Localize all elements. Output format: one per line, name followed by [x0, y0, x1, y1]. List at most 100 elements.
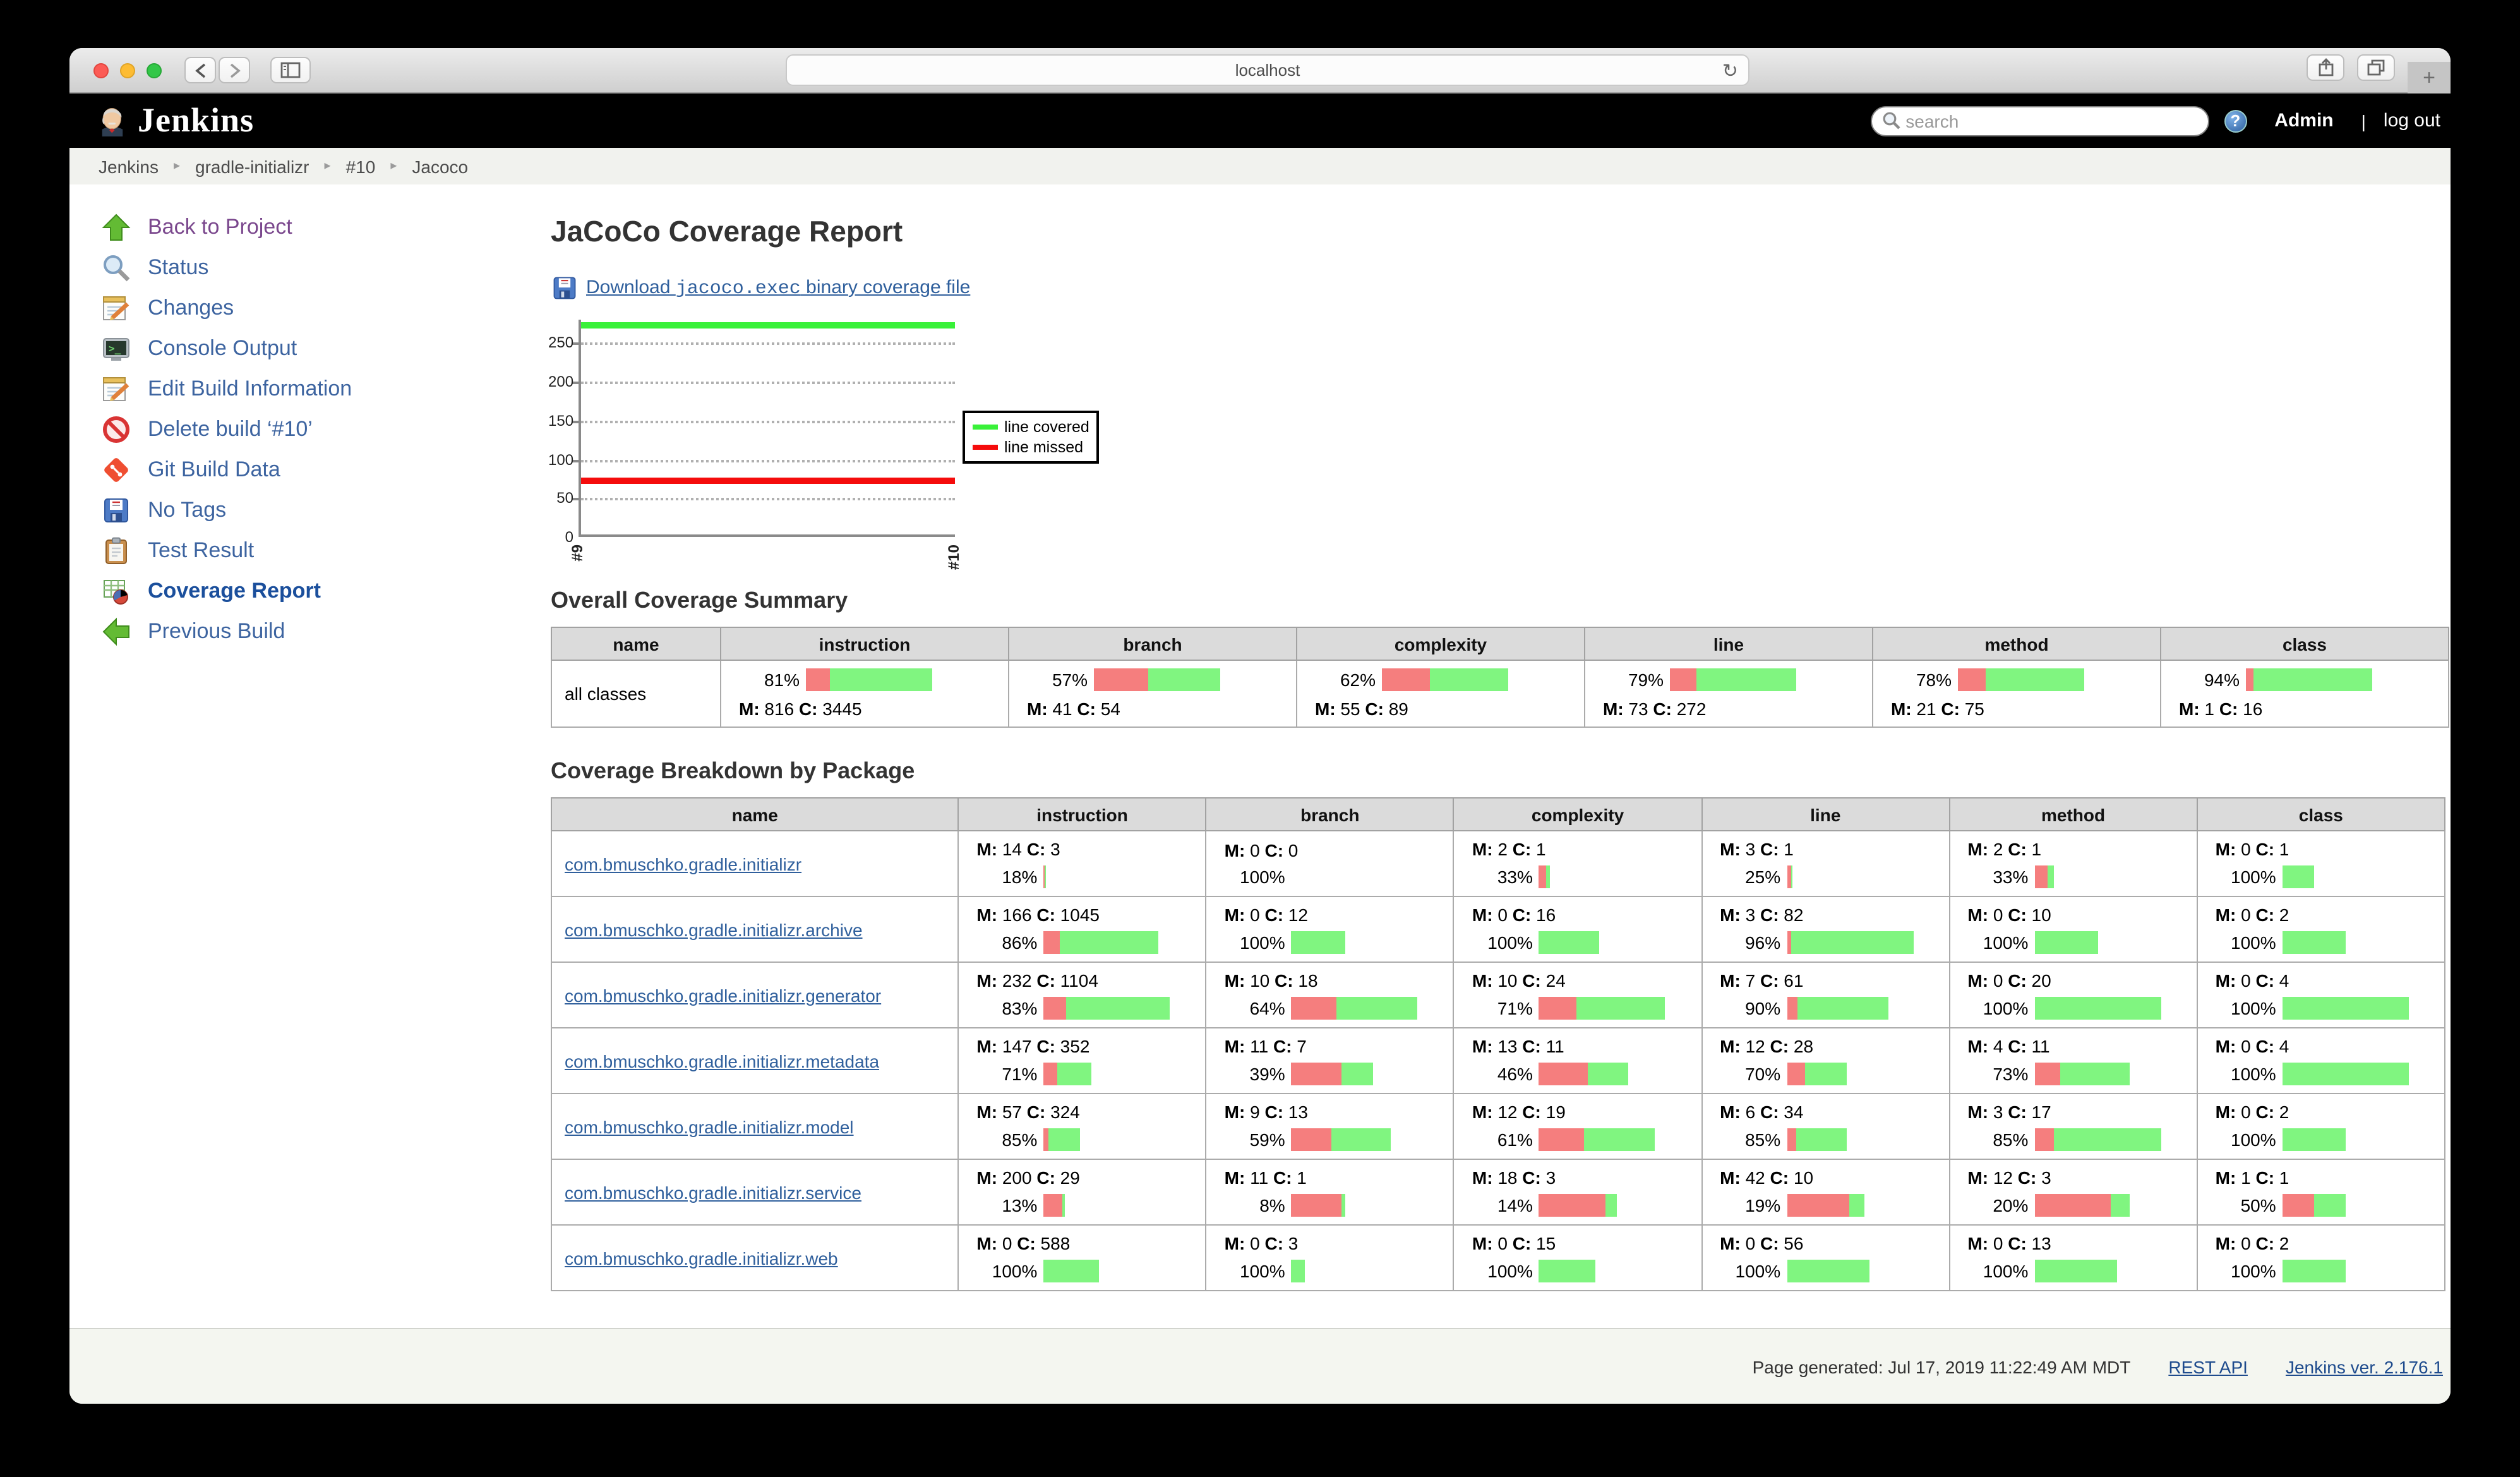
package-link[interactable]: com.bmuschko.gradle.initializr.model: [565, 1116, 854, 1136]
chevron-left-icon: [194, 63, 207, 78]
new-tab-button[interactable]: +: [2408, 62, 2451, 93]
floppy-download-icon: [551, 274, 579, 302]
breakdown-metric-instruction: M: 147 C: 352 71%: [958, 1028, 1206, 1094]
sidebar-item-changes[interactable]: Changes: [101, 293, 513, 323]
address-bar[interactable]: localhost ↻: [786, 54, 1749, 86]
logout-link[interactable]: log out: [2384, 110, 2440, 131]
zoom-window-button[interactable]: [147, 63, 162, 78]
sidebar-item-status[interactable]: Status: [101, 253, 513, 283]
breakdown-metric-line: M: 12 C: 2870%: [1701, 1028, 1949, 1094]
tab-overview-button[interactable]: [2357, 54, 2395, 81]
sidebar-toggle-button[interactable]: [270, 57, 311, 83]
percent-label: 94%: [2179, 670, 2240, 690]
download-exec-link[interactable]: Download jacoco.exec binary coverage fil…: [586, 277, 970, 299]
y-axis-tick-label: 0: [548, 528, 573, 546]
reload-icon[interactable]: ↻: [1722, 59, 1738, 82]
left-arrow-icon: [101, 617, 131, 647]
package-link[interactable]: com.bmuschko.gradle.initializr: [565, 853, 801, 874]
minimize-window-button[interactable]: [120, 63, 135, 78]
breadcrumb-separator-icon: ▸: [325, 159, 331, 173]
percent-bar: 8%: [1225, 1194, 1453, 1217]
close-window-button[interactable]: [93, 63, 109, 78]
sidebar-item-test-result[interactable]: Test Result: [101, 536, 513, 566]
breakdown-metric-instruction: M: 14 C: 318%: [958, 831, 1206, 896]
column-header-method: method: [1873, 627, 2161, 660]
missed-covered-text: M: 73 C: 272: [1603, 699, 1872, 719]
sidebar-item-git-build-data[interactable]: Git Build Data: [101, 455, 513, 485]
table-row: com.bmuschko.gradle.initializr M: 14 C: 3…: [551, 831, 2445, 896]
sidebar-item-edit-build-information[interactable]: Edit Build Information: [101, 374, 513, 404]
floppy-icon: [101, 495, 131, 526]
sidebar-item-delete-build[interactable]: Delete build ‘#10’: [101, 414, 513, 445]
package-link[interactable]: com.bmuschko.gradle.initializr.service: [565, 1182, 861, 1202]
percent-bar: 100%: [2216, 931, 2444, 954]
breakdown-metric-class: M: 0 C: 1100%: [2197, 831, 2445, 896]
breadcrumb-jenkins[interactable]: Jenkins: [99, 156, 159, 176]
jenkins-home-link[interactable]: Jenkins: [97, 101, 254, 140]
missed-covered-text: M: 0 C: 16: [1472, 905, 1701, 925]
breakdown-metric-line: M: 42 C: 10 19%: [1701, 1159, 1949, 1225]
column-header-name: name: [551, 798, 958, 831]
missed-covered-text: M: 42 C: 10: [1720, 1167, 1948, 1188]
y-axis-tick-label: 150: [548, 412, 573, 430]
back-button[interactable]: [184, 57, 216, 83]
missed-covered-text: M: 0 C: 2: [2216, 905, 2444, 925]
y-axis-tick-label: 200: [548, 373, 573, 390]
rest-api-link[interactable]: REST API: [2168, 1356, 2248, 1377]
y-axis-tick-label: 100: [548, 450, 573, 468]
breakdown-metric-instruction: M: 166 C: 104586%: [958, 896, 1206, 962]
sidebar-item-coverage-report[interactable]: Coverage Report: [101, 576, 513, 606]
table-row: com.bmuschko.gradle.initializr.web M: 0 C…: [551, 1225, 2445, 1291]
percent-bar: 13%: [976, 1194, 1205, 1217]
percent-label: 85%: [1967, 1130, 2028, 1150]
sidebar-item-console-output[interactable]: >_ Console Output: [101, 334, 513, 364]
percent-label: 13%: [976, 1195, 1037, 1215]
missed-covered-text: M: 12 C: 28: [1720, 1036, 1948, 1056]
jenkins-version-link[interactable]: Jenkins ver. 2.176.1: [2286, 1356, 2443, 1377]
package-link[interactable]: com.bmuschko.gradle.initializr.metadata: [565, 1051, 879, 1071]
summary-metric-class: 94%M: 1 C: 16: [2161, 660, 2449, 727]
share-button[interactable]: [2307, 54, 2344, 81]
missed-covered-text: M: 147 C: 352: [976, 1036, 1205, 1056]
breakdown-metric-method: M: 0 C: 10100%: [1949, 896, 2197, 962]
column-header-branch: branch: [1206, 798, 1454, 831]
percent-label: 64%: [1225, 998, 1285, 1018]
breadcrumb-jacoco[interactable]: Jacoco: [412, 156, 468, 176]
x-axis-tick-label: #10: [945, 545, 963, 570]
breadcrumb-build[interactable]: #10: [346, 156, 376, 176]
notepad-pencil-icon: [101, 293, 131, 323]
search-box[interactable]: [1870, 106, 2209, 136]
package-link[interactable]: com.bmuschko.gradle.initializr.web: [565, 1248, 838, 1268]
breakdown-metric-method: M: 12 C: 320%: [1949, 1159, 2197, 1225]
percent-bar: 64%: [1225, 997, 1453, 1020]
package-link[interactable]: com.bmuschko.gradle.initializr.generator: [565, 985, 881, 1005]
percent-bar: 100%: [1967, 931, 2196, 954]
forward-button[interactable]: [219, 57, 250, 83]
breakdown-metric-method: M: 0 C: 13100%: [1949, 1225, 2197, 1291]
breadcrumb-job[interactable]: gradle-initializr: [195, 156, 309, 176]
sidebar-item-back-to-project[interactable]: Back to Project: [101, 212, 513, 243]
column-header-instruction: instruction: [721, 627, 1009, 660]
missed-covered-text: M: 200 C: 29: [976, 1167, 1205, 1188]
user-link[interactable]: Admin: [2274, 110, 2333, 131]
missed-covered-text: M: 11 C: 1: [1225, 1167, 1453, 1188]
sidebar-item-previous-build[interactable]: Previous Build: [101, 617, 513, 647]
missed-covered-text: M: 0 C: 20: [1967, 970, 2196, 991]
package-link[interactable]: com.bmuschko.gradle.initializr.archive: [565, 919, 863, 939]
percent-label: 71%: [976, 1064, 1037, 1084]
breadcrumb: Jenkins ▸ gradle-initializr ▸ #10 ▸ Jaco…: [69, 148, 2451, 184]
sidebar-item-no-tags[interactable]: No Tags: [101, 495, 513, 526]
search-input[interactable]: [1905, 111, 2197, 131]
search-help-icon[interactable]: ?: [2224, 109, 2247, 132]
share-icon: [2317, 58, 2334, 77]
breakdown-metric-method: M: 3 C: 1785%: [1949, 1094, 2197, 1159]
percent-bar: 94%: [2179, 668, 2448, 691]
percent-bar: 79%: [1603, 668, 1872, 691]
percent-bar: 19%: [1720, 1194, 1948, 1217]
percent-label: 90%: [1720, 998, 1780, 1018]
percent-bar: 100%: [1472, 931, 1701, 954]
percent-bar: 71%: [976, 1063, 1205, 1085]
summary-metric-complexity: 62%M: 55 C: 89: [1297, 660, 1585, 727]
table-row: com.bmuschko.gradle.initializr.metadata M…: [551, 1028, 2445, 1094]
browser-titlebar: localhost ↻ +: [69, 48, 2451, 93]
